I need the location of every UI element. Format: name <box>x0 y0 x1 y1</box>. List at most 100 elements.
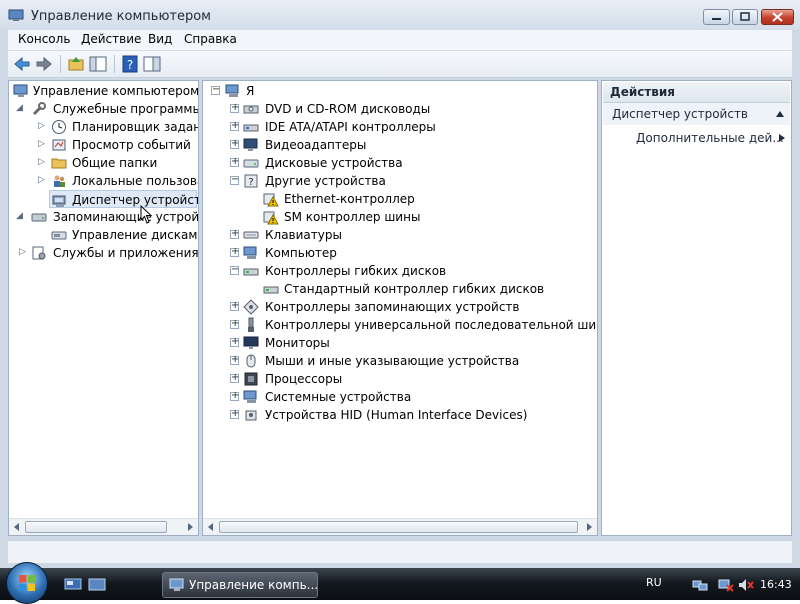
device-category-usb[interactable]: + Контроллеры универсальной последовател… <box>203 316 597 334</box>
svg-text:?: ? <box>127 58 133 72</box>
users-icon <box>54 175 65 187</box>
menu-bar: Консоль Действие Вид Справка <box>8 30 792 51</box>
device-category-mice[interactable]: + Мыши и иные указывающие устройства <box>203 352 597 370</box>
windows-logo-icon <box>19 575 35 591</box>
device-category-storage-controllers[interactable]: + Контроллеры запоминающих устройств <box>203 298 597 316</box>
expand-icon[interactable]: ▷ <box>37 140 46 149</box>
collapse-up-icon[interactable] <box>776 111 784 117</box>
expand-icon[interactable]: + <box>230 247 239 257</box>
device-category-ide[interactable]: + IDE ATA/ATAPI контроллеры <box>203 118 597 136</box>
expand-icon[interactable]: + <box>230 139 239 149</box>
expand-icon[interactable]: + <box>230 319 239 329</box>
up-folder-icon[interactable] <box>66 54 86 74</box>
actions-section-device-manager[interactable]: Диспетчер устройств <box>603 103 790 125</box>
toolbar-separator <box>60 55 61 73</box>
scroll-left-icon[interactable] <box>208 523 213 531</box>
scroll-right-icon[interactable] <box>587 523 592 531</box>
expand-icon[interactable]: + <box>230 301 239 311</box>
menu-help[interactable]: Справка <box>184 32 237 46</box>
usb-icon <box>248 317 254 332</box>
scroll-thumb[interactable] <box>25 521 167 533</box>
back-arrow-icon[interactable] <box>12 54 32 74</box>
scroll-thumb[interactable] <box>219 521 578 533</box>
switch-windows-icon[interactable] <box>88 578 106 592</box>
tree-item-device-manager[interactable]: Диспетчер устройств <box>49 190 198 208</box>
more-actions-item[interactable]: Дополнительные дей... <box>603 127 790 149</box>
menu-action[interactable]: Действие <box>81 32 141 46</box>
expand-icon[interactable]: ▷ <box>37 176 46 185</box>
tree-item-shared-folders[interactable]: ▷ Общие папки <box>9 154 198 172</box>
mouse-cursor-icon <box>140 205 153 224</box>
expand-icon[interactable]: + <box>230 391 239 401</box>
expand-icon[interactable]: + <box>230 373 239 383</box>
minimize-icon <box>704 10 729 24</box>
device-category-other[interactable]: − ? Другие устройства <box>203 172 597 190</box>
tree-item-storage[interactable]: ◢ Запоминающие устройст <box>9 208 198 226</box>
device-category-system[interactable]: + Системные устройства <box>203 388 597 406</box>
volume-muted-icon[interactable] <box>738 578 754 592</box>
menu-view[interactable]: Вид <box>148 32 172 46</box>
collapse-icon[interactable]: − <box>230 265 239 275</box>
device-root[interactable]: − Я <box>203 82 597 100</box>
device-category-processors[interactable]: + Процессоры <box>203 370 597 388</box>
device-category-dvd[interactable]: + DVD и CD-ROM дисководы <box>203 100 597 118</box>
device-category-computer[interactable]: + Компьютер <box>203 244 597 262</box>
show-hide-tree-icon[interactable] <box>88 54 108 74</box>
collapse-icon[interactable]: ◢ <box>15 104 24 113</box>
scroll-left-icon[interactable] <box>14 523 19 531</box>
close-button[interactable] <box>761 9 794 25</box>
device-category-monitors[interactable]: + Мониторы <box>203 334 597 352</box>
expand-icon[interactable]: ▷ <box>18 248 27 257</box>
collapse-icon[interactable]: − <box>211 85 220 95</box>
tree-item-services-apps[interactable]: ▷ Службы и приложения <box>9 244 198 262</box>
taskbar <box>0 568 800 600</box>
expand-icon[interactable]: + <box>230 157 239 167</box>
minimize-button[interactable] <box>703 9 730 25</box>
tree-item-local-users[interactable]: ▷ Локальные пользовате <box>9 172 198 190</box>
device-category-keyboards[interactable]: + Клавиатуры <box>203 226 597 244</box>
help-icon[interactable]: ? <box>120 54 140 74</box>
window-title: Управление компьютером <box>31 9 211 24</box>
scroll-right-icon[interactable] <box>188 523 193 531</box>
tree-item-system-tools[interactable]: ◢ Служебные программы <box>9 100 198 118</box>
processor-icon <box>244 372 258 386</box>
tree-item-disk-management[interactable]: Управление дисками <box>9 226 198 244</box>
clock[interactable]: 16:43 <box>760 578 792 591</box>
expand-icon[interactable]: + <box>230 229 239 239</box>
expand-icon[interactable]: + <box>230 337 239 347</box>
tree-item-task-scheduler[interactable]: ▷ Планировщик заданий <box>9 118 198 136</box>
expand-icon[interactable]: + <box>230 121 239 131</box>
expand-icon[interactable]: + <box>230 103 239 113</box>
device-category-hid[interactable]: + Устройства HID (Human Interface Device… <box>203 406 597 424</box>
taskbar-button-computer-management[interactable]: Управление компь... <box>162 572 318 598</box>
computer-management-icon <box>13 84 28 97</box>
center-horizontal-scrollbar[interactable] <box>203 518 597 535</box>
expand-icon[interactable]: ▷ <box>37 122 46 131</box>
collapse-icon[interactable]: ◢ <box>15 212 24 221</box>
device-standard-floppy-controller[interactable]: Стандартный контроллер гибких дисков <box>203 280 597 298</box>
computer-icon <box>243 246 257 259</box>
title-bar[interactable]: Управление компьютером <box>0 0 800 30</box>
device-ethernet-controller[interactable]: Ethernet-контроллер <box>203 190 597 208</box>
forward-arrow-icon[interactable] <box>34 54 54 74</box>
maximize-button[interactable] <box>732 9 758 25</box>
network-icon[interactable] <box>692 578 708 592</box>
expand-icon[interactable]: + <box>230 409 239 419</box>
start-button[interactable] <box>6 562 48 604</box>
tree-item-computer-management[interactable]: Управление компьютером (л <box>9 82 198 100</box>
expand-icon[interactable]: ▷ <box>37 158 46 167</box>
device-category-video[interactable]: + Видеоадаптеры <box>203 136 597 154</box>
device-category-disks[interactable]: + Дисковые устройства <box>203 154 597 172</box>
collapse-icon[interactable]: − <box>230 175 239 185</box>
tree-item-event-viewer[interactable]: ▷ Просмотр событий <box>9 136 198 154</box>
menu-console[interactable]: Консоль <box>18 32 70 46</box>
language-indicator[interactable]: RU <box>646 576 662 589</box>
device-category-floppy-controllers[interactable]: − Контроллеры гибких дисков <box>203 262 597 280</box>
show-desktop-icon[interactable] <box>64 578 82 592</box>
hid-icon <box>245 410 257 421</box>
properties-pane-icon[interactable] <box>142 54 162 74</box>
expand-icon[interactable]: + <box>230 355 239 365</box>
network-disconnected-icon[interactable] <box>718 578 734 592</box>
left-horizontal-scrollbar[interactable] <box>9 518 198 535</box>
device-sm-bus-controller[interactable]: SM контроллер шины <box>203 208 597 226</box>
